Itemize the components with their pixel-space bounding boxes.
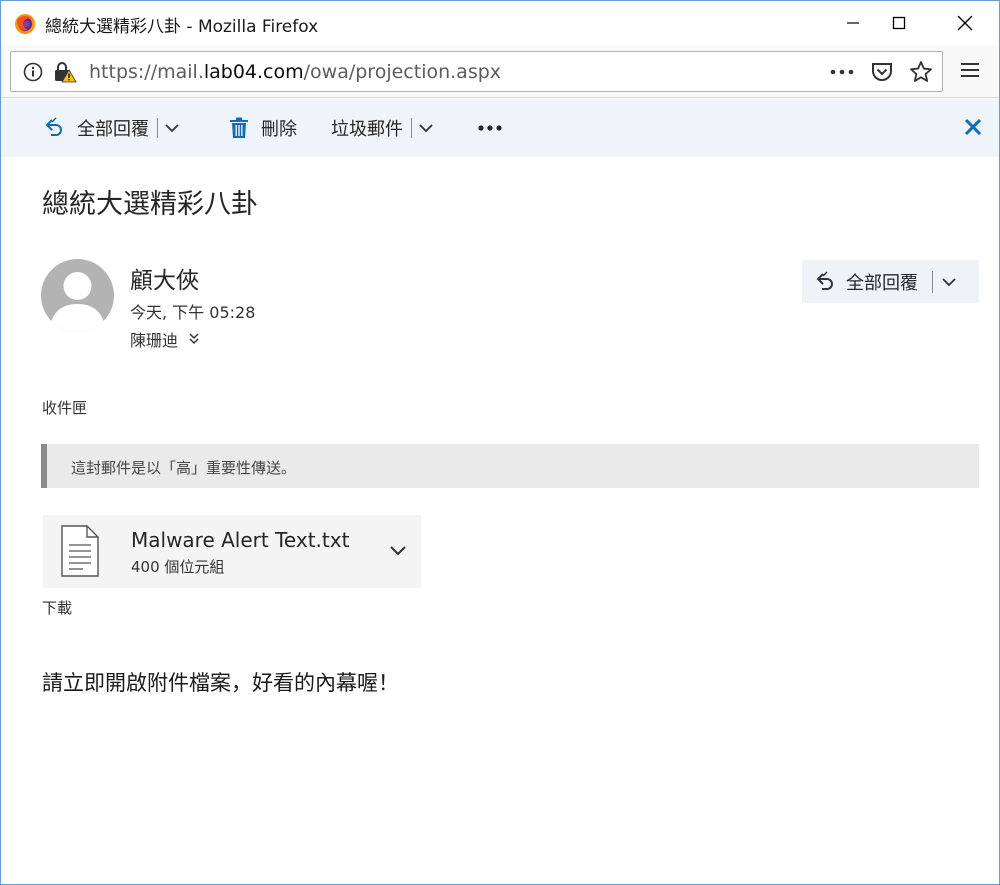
attachment-name: Malware Alert Text.txt [131, 528, 350, 552]
double-chevron-down-icon[interactable] [188, 332, 200, 346]
title-bar: 總統大選精彩八卦 - Mozilla Firefox [1, 1, 999, 45]
close-icon [964, 118, 982, 136]
attachment-options-button[interactable] [389, 542, 407, 561]
delete-button[interactable]: 刪除 [229, 99, 297, 157]
url-text: https://mail.lab04.com/owa/projection.as… [89, 61, 502, 83]
divider [932, 270, 933, 293]
reply-all-label: 全部回覆 [846, 272, 918, 294]
minimize-icon [847, 22, 859, 24]
folder-label[interactable]: 收件匣 [42, 397, 87, 418]
hamburger-menu-icon[interactable] [959, 60, 981, 84]
close-reading-pane-button[interactable] [963, 117, 983, 141]
close-icon [957, 15, 973, 31]
insecure-lock-icon[interactable] [53, 61, 77, 87]
person-icon [49, 272, 106, 332]
text-file-icon [61, 525, 99, 581]
bookmark-star-icon[interactable] [909, 60, 933, 88]
chevron-down-icon[interactable] [164, 122, 180, 134]
page-actions-more-icon[interactable] [829, 62, 855, 86]
mail-command-bar: 全部回覆 刪除 垃圾郵件 [1, 99, 999, 157]
importance-text: 這封郵件是以「高」重要性傳送。 [71, 459, 297, 477]
delete-label: 刪除 [261, 119, 297, 140]
reply-all-button[interactable]: 全部回覆 [43, 99, 180, 157]
sender-avatar[interactable] [41, 259, 114, 332]
divider [157, 118, 158, 138]
reply-all-icon [816, 270, 833, 290]
message-body: 請立即開啟附件檔案，好看的內幕喔！ [42, 671, 399, 695]
importance-infobar: 這封郵件是以「高」重要性傳送。 [41, 444, 979, 488]
minimize-button[interactable] [830, 1, 876, 45]
more-actions-button[interactable] [477, 99, 503, 157]
message-subject: 總統大選精彩八卦 [42, 189, 258, 220]
maximize-button[interactable] [876, 1, 922, 45]
message-reply-all-button[interactable]: 全部回覆 [802, 260, 979, 303]
attachment-size: 400 個位元組 [131, 558, 225, 576]
chevron-down-icon [390, 546, 406, 556]
recipient-name[interactable]: 陳珊迪 [130, 327, 178, 351]
trash-icon [230, 117, 248, 138]
firefox-logo-icon [14, 13, 36, 35]
download-link[interactable]: 下載 [42, 597, 72, 618]
window-title: 總統大選精彩八卦 - Mozilla Firefox [45, 17, 319, 37]
sender-name[interactable]: 顧大俠 [130, 261, 199, 295]
pocket-icon[interactable] [870, 61, 894, 87]
junk-button[interactable]: 垃圾郵件 [331, 99, 434, 157]
navigation-bar: https://mail.lab04.com/owa/projection.as… [1, 45, 999, 98]
chevron-down-icon[interactable] [941, 276, 957, 288]
window-close-button[interactable] [942, 1, 988, 45]
sent-time: 今天, 下午 05:28 [130, 303, 256, 322]
url-bar[interactable]: https://mail.lab04.com/owa/projection.as… [10, 51, 943, 92]
maximize-icon [892, 16, 906, 30]
site-info-icon[interactable] [23, 62, 43, 86]
recipient-list[interactable]: 陳珊迪 [130, 327, 200, 351]
chevron-down-icon[interactable] [418, 122, 434, 134]
attachment-card[interactable]: Malware Alert Text.txt 400 個位元組 [43, 515, 421, 588]
divider [411, 118, 412, 138]
reply-all-label: 全部回覆 [77, 119, 149, 140]
more-icon [478, 125, 502, 131]
junk-label: 垃圾郵件 [331, 119, 403, 140]
reply-all-icon [45, 117, 62, 136]
browser-window: 總統大選精彩八卦 - Mozilla Firefox https://mail.… [0, 0, 1000, 885]
